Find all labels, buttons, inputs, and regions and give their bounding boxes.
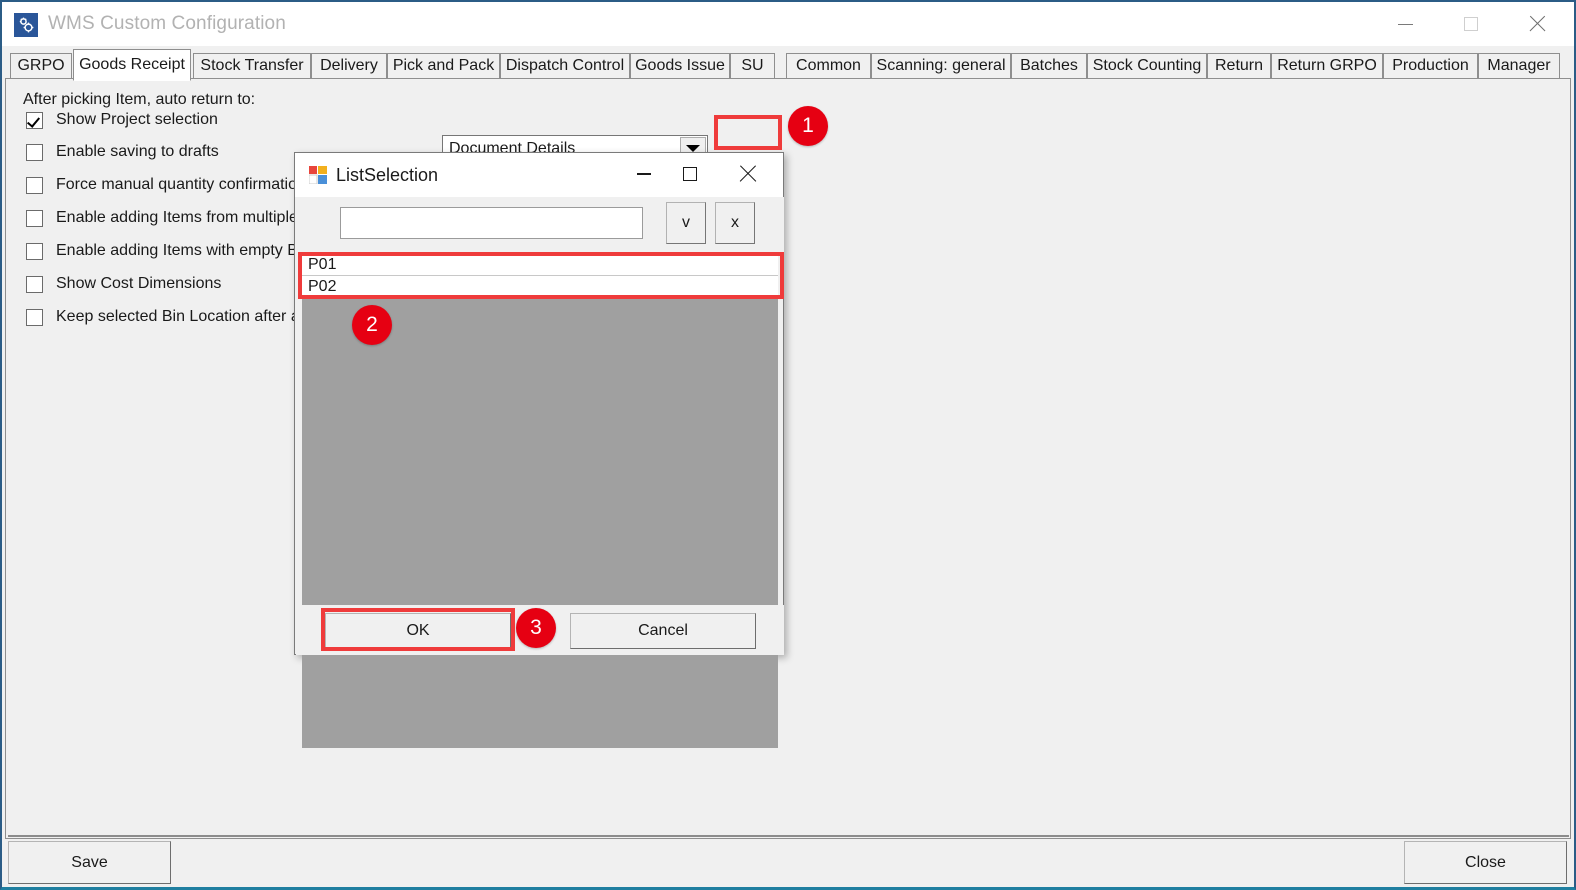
tab-label: Manager bbox=[1487, 57, 1551, 74]
dialog-ok-button[interactable]: OK bbox=[325, 613, 511, 649]
tab-label: Common bbox=[796, 57, 861, 74]
save-label: Save bbox=[71, 853, 108, 871]
dialog-clear-filter-button[interactable]: x bbox=[715, 202, 755, 244]
window-title: WMS Custom Configuration bbox=[48, 13, 286, 34]
tab-return[interactable]: Return bbox=[1207, 53, 1271, 79]
close-icon bbox=[1528, 15, 1546, 33]
checkbox-box bbox=[26, 176, 43, 194]
tab-label: Production bbox=[1392, 57, 1469, 74]
checkbox-box bbox=[26, 308, 43, 326]
save-button[interactable]: Save bbox=[8, 841, 171, 884]
window-body: GRPO Goods Receipt Stock Transfer Delive… bbox=[0, 46, 1576, 890]
dialog-search-input[interactable] bbox=[340, 207, 643, 239]
tab-label: Delivery bbox=[320, 57, 378, 74]
tab-stock-counting[interactable]: Stock Counting bbox=[1087, 53, 1207, 79]
checkbox-box bbox=[26, 111, 43, 129]
tab-label: Return GRPO bbox=[1277, 57, 1377, 74]
tab-label: Dispatch Control bbox=[505, 57, 625, 74]
close-icon bbox=[739, 165, 757, 183]
dialog-maximize-button[interactable] bbox=[667, 153, 713, 195]
list-selection-dialog: ListSelection v x P01 P02 OK Cancel bbox=[294, 152, 784, 748]
tab-scanning-general[interactable]: Scanning: general bbox=[871, 53, 1011, 79]
dialog-cancel-button[interactable]: Cancel bbox=[570, 613, 756, 649]
dialog-titlebar: ListSelection bbox=[295, 153, 783, 197]
tab-stock-transfer[interactable]: Stock Transfer bbox=[193, 53, 311, 79]
tab-label: Goods Issue bbox=[635, 57, 725, 74]
tab-common[interactable]: Common bbox=[786, 53, 871, 79]
tab-label: Batches bbox=[1020, 57, 1078, 74]
tab-dispatch-control[interactable]: Dispatch Control bbox=[500, 53, 630, 79]
tab-label: Return bbox=[1214, 57, 1264, 74]
tab-goods-issue[interactable]: Goods Issue bbox=[630, 53, 730, 79]
gears-icon bbox=[14, 13, 38, 37]
checkbox-label: Force manual quantity confirmation bbox=[56, 176, 306, 193]
tab-return-grpo[interactable]: Return GRPO bbox=[1271, 53, 1383, 79]
window-minimize-button[interactable] bbox=[1372, 2, 1438, 46]
checkbox-label: Enable saving to drafts bbox=[56, 143, 219, 160]
goods-receipt-panel: After picking Item, auto return to: Show… bbox=[5, 79, 1571, 839]
tab-strip: GRPO Goods Receipt Stock Transfer Delive… bbox=[5, 49, 1571, 81]
list-item[interactable]: P01 bbox=[302, 254, 778, 276]
checkbox-box bbox=[26, 242, 43, 260]
window-maximize-button[interactable] bbox=[1438, 2, 1504, 46]
clear-filter-label: x bbox=[731, 214, 739, 231]
tab-label: Scanning: general bbox=[876, 57, 1006, 74]
tab-goods-receipt[interactable]: Goods Receipt bbox=[73, 49, 191, 81]
ok-label: OK bbox=[406, 622, 430, 639]
cancel-label: Cancel bbox=[638, 622, 688, 639]
minimize-icon bbox=[1397, 23, 1413, 25]
list-item[interactable]: P02 bbox=[302, 276, 778, 298]
tab-label: SU bbox=[741, 57, 764, 74]
close-button[interactable]: Close bbox=[1404, 841, 1567, 884]
checkbox-force-manual-quantity-confirmation[interactable]: Force manual quantity confirmation bbox=[26, 174, 306, 196]
auto-return-label: After picking Item, auto return to: bbox=[23, 91, 256, 108]
tab-label: Stock Transfer bbox=[200, 57, 304, 74]
tab-batches[interactable]: Batches bbox=[1011, 53, 1087, 79]
list-item-label: P01 bbox=[308, 255, 337, 273]
checkbox-label: Show Project selection bbox=[56, 111, 218, 128]
tab-delivery[interactable]: Delivery bbox=[311, 53, 387, 79]
wms-configuration-window: WMS Custom Configuration GRPO Goods Rece… bbox=[0, 0, 1576, 890]
checkbox-label: Show Cost Dimensions bbox=[56, 275, 222, 292]
close-label: Close bbox=[1465, 853, 1506, 871]
tab-grpo[interactable]: GRPO bbox=[10, 53, 72, 79]
checkbox-box bbox=[26, 209, 43, 227]
list-item-label: P02 bbox=[308, 277, 337, 295]
annotation-badge-3: 3 bbox=[516, 608, 556, 648]
tab-su[interactable]: SU bbox=[730, 53, 775, 79]
tab-manager[interactable]: Manager bbox=[1478, 53, 1560, 79]
checkbox-keep-selected-bin-location[interactable]: Keep selected Bin Location after adding bbox=[26, 306, 339, 328]
tab-label: Pick and Pack bbox=[392, 57, 495, 74]
checkbox-box bbox=[26, 275, 43, 293]
window-close-button[interactable] bbox=[1504, 2, 1570, 46]
checkbox-show-cost-dimensions[interactable]: Show Cost Dimensions bbox=[26, 273, 221, 295]
footer-divider bbox=[8, 835, 1569, 837]
maximize-icon bbox=[1464, 17, 1478, 31]
annotation-badge-1: 1 bbox=[788, 106, 828, 146]
windows-tiles-icon bbox=[308, 166, 327, 185]
tab-pick-and-pack[interactable]: Pick and Pack bbox=[387, 53, 500, 79]
window-footer: Save Close bbox=[5, 835, 1571, 886]
tab-production[interactable]: Production bbox=[1383, 53, 1478, 79]
dialog-filter-bar: v x bbox=[296, 197, 784, 252]
checkbox-box bbox=[26, 143, 43, 161]
confirm-filter-label: v bbox=[682, 214, 690, 231]
dialog-close-button[interactable] bbox=[725, 153, 771, 195]
tab-label: Goods Receipt bbox=[79, 56, 185, 73]
annotation-badge-2: 2 bbox=[352, 305, 392, 345]
dialog-title: ListSelection bbox=[336, 165, 439, 185]
tab-label: Stock Counting bbox=[1092, 57, 1202, 74]
minimize-icon bbox=[637, 173, 651, 175]
window-titlebar: WMS Custom Configuration bbox=[0, 0, 1576, 46]
checkbox-show-project-selection[interactable]: Show Project selection bbox=[26, 109, 218, 131]
tab-label: GRPO bbox=[17, 57, 65, 74]
dialog-confirm-filter-button[interactable]: v bbox=[666, 202, 706, 244]
checkbox-enable-saving-to-drafts[interactable]: Enable saving to drafts bbox=[26, 141, 219, 163]
maximize-icon bbox=[683, 167, 697, 181]
dialog-minimize-button[interactable] bbox=[621, 153, 667, 195]
